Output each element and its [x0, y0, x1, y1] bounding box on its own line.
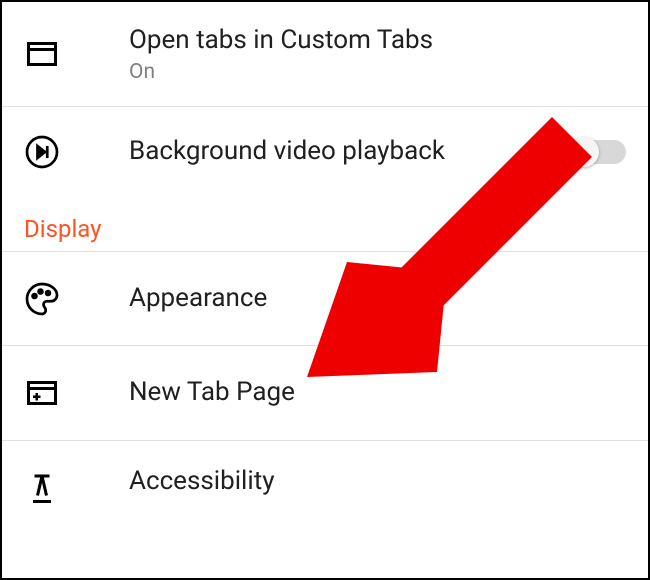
settings-row-accessibility[interactable]: Accessibility: [2, 441, 648, 511]
background-video-label: Background video playback: [129, 135, 572, 169]
new-tab-icon: [24, 375, 129, 411]
settings-row-custom-tabs[interactable]: Open tabs in Custom Tabs On: [2, 2, 648, 107]
play-next-icon: [24, 134, 129, 170]
palette-icon: [24, 281, 129, 317]
accessibility-icon: [24, 465, 129, 506]
settings-row-new-tab-page[interactable]: New Tab Page: [2, 346, 648, 441]
new-tab-page-label: New Tab Page: [129, 376, 626, 410]
appearance-label: Appearance: [129, 282, 626, 316]
toggle-thumb: [569, 137, 599, 167]
accessibility-label: Accessibility: [129, 465, 626, 499]
settings-row-background-video[interactable]: Background video playback: [2, 107, 648, 197]
background-video-toggle[interactable]: [572, 140, 626, 164]
tab-icon: [24, 36, 129, 72]
settings-row-appearance[interactable]: Appearance: [2, 251, 648, 346]
custom-tabs-label: Open tabs in Custom Tabs: [129, 24, 626, 58]
settings-list: Open tabs in Custom Tabs On Background v…: [2, 2, 648, 511]
custom-tabs-value: On: [129, 60, 626, 84]
section-header-display: Display: [2, 197, 648, 251]
